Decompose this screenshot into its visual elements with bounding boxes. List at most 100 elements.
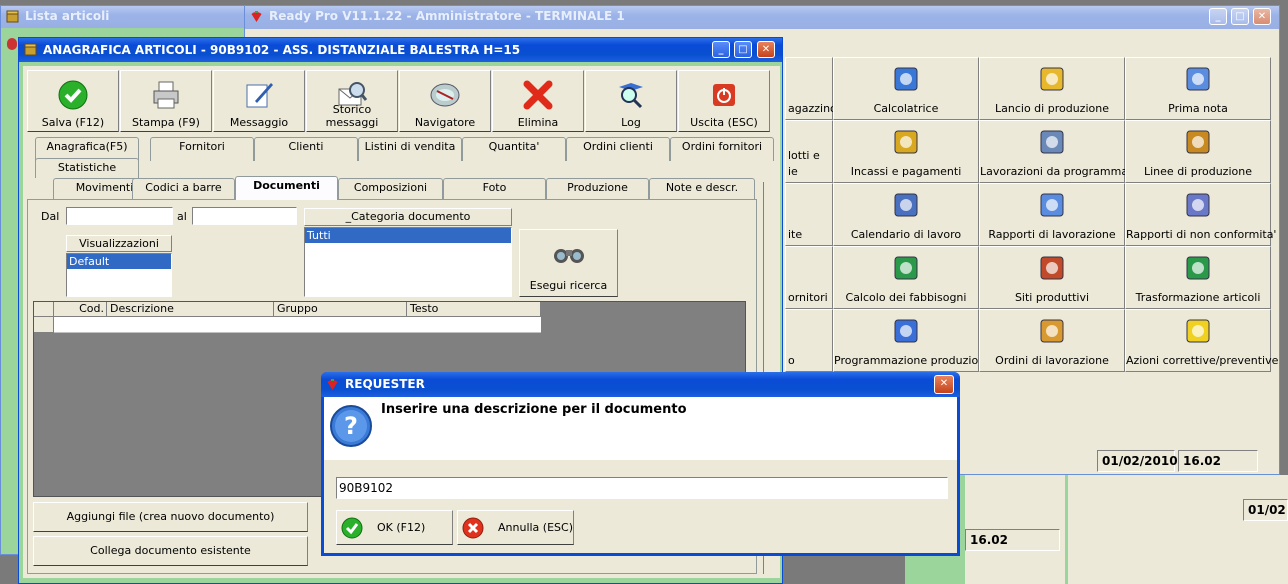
log-button[interactable]: Log (585, 70, 677, 132)
menu-tile-label: lotti e (788, 149, 820, 162)
menu-tile[interactable]: lotti e ie (785, 120, 833, 183)
navigatore-button[interactable]: Navigatore (399, 70, 491, 132)
power-icon (713, 84, 735, 106)
messaggio-button[interactable]: Messaggio (213, 70, 305, 132)
menu-tile[interactable]: ite (785, 183, 833, 246)
menu-tile-label: Siti produttivi (1014, 291, 1090, 304)
anagrafica-title: ANAGRAFICA ARTICOLI - 90B9102 - ASS. DIS… (43, 43, 521, 57)
tab-documenti[interactable]: Documenti (235, 176, 338, 200)
menu-tile[interactable]: Calcolatrice (833, 57, 979, 120)
elimina-label: Elimina (517, 116, 559, 129)
close-button[interactable]: ✕ (934, 375, 954, 394)
requester-message: Inserire una descrizione per il document… (381, 402, 687, 417)
grid-col-gruppo[interactable]: Gruppo (274, 302, 407, 317)
menu-tile[interactable]: Prima nota (1125, 57, 1271, 120)
tab-listini[interactable]: Listini di vendita (358, 137, 462, 161)
maximize-button[interactable]: □ (734, 41, 752, 58)
menu-tile-label: Programmazione produzione (834, 354, 992, 367)
minimize-button[interactable]: _ (1209, 8, 1227, 25)
strawberry-icon (327, 379, 338, 390)
menu-tile[interactable]: Programmazione produzione (833, 309, 992, 372)
uscita-label: Uscita (ESC) (690, 116, 758, 129)
pen-paper-icon (246, 83, 273, 108)
ok-button[interactable]: OK (F12) (336, 510, 453, 545)
tab-clienti[interactable]: Clienti (254, 137, 358, 161)
menu-tile-label: Calcolo dei fabbisogni (845, 291, 967, 304)
grid-col-cod[interactable]: Cod. (54, 302, 107, 317)
elimina-button[interactable]: Elimina (492, 70, 584, 132)
requester-titlebar[interactable]: REQUESTER ✕ (321, 372, 960, 397)
salva-button[interactable]: Salva (F12) (27, 70, 119, 132)
lista-articoli-title: Lista articoli (25, 9, 110, 23)
tab-produzione[interactable]: Produzione (546, 178, 649, 200)
menu-tile[interactable]: Lancio di produzione (979, 57, 1125, 120)
calendar-grid-icon (1186, 67, 1210, 91)
close-button[interactable]: ✕ (1253, 8, 1271, 25)
menu-tile-label: Linee di produzione (1144, 165, 1252, 178)
aggiungi-file-button[interactable]: Aggiungi file (crea nuovo documento) (33, 502, 308, 532)
svg-text:?: ? (344, 412, 358, 440)
status-time: 16.02 (1178, 450, 1258, 472)
menu-tile-label: Rapporti di lavorazione (988, 228, 1116, 241)
x-delete-icon (523, 80, 553, 110)
stampa-label: Stampa (F9) (132, 116, 200, 129)
grid-empty-row[interactable] (54, 317, 541, 333)
recycle-arrows-icon (1186, 256, 1210, 280)
menu-tile[interactable]: Siti produttivi (979, 246, 1125, 309)
stampa-button[interactable]: Stampa (F9) (120, 70, 212, 132)
tab-ordini-fornitori[interactable]: Ordini fornitori (670, 137, 774, 161)
categoria-item-tutti[interactable]: Tutti (305, 228, 511, 243)
tab-statistiche[interactable]: Statistiche (35, 158, 139, 178)
minimize-button[interactable]: _ (712, 41, 730, 58)
collega-documento-button[interactable]: Collega documento esistente (33, 536, 308, 566)
maximize-button[interactable]: □ (1231, 8, 1249, 25)
grid-col-testo[interactable]: Testo (407, 302, 541, 317)
coins-icon (894, 130, 918, 154)
menu-tile[interactable]: Linee di produzione (1125, 120, 1271, 183)
tab-composizioni[interactable]: Composizioni (338, 178, 443, 200)
factory-icon (1040, 256, 1064, 280)
ready-pro-titlebar[interactable]: Ready Pro V11.1.22 - Amministratore - TE… (245, 6, 1279, 29)
grid-row-header: Cod. Descrizione Gruppo Testo (34, 302, 541, 333)
al-input[interactable] (192, 207, 297, 225)
menu-tile[interactable]: Calendario di lavoro (833, 183, 979, 246)
esegui-ricerca-button[interactable]: Esegui ricerca (519, 229, 618, 297)
tab-foto[interactable]: Foto (443, 178, 546, 200)
categoria-list[interactable]: Tutti (304, 227, 512, 297)
uscita-button[interactable]: Uscita (ESC) (678, 70, 770, 132)
close-button[interactable]: ✕ (757, 41, 775, 58)
menu-tile[interactable]: ornitori (785, 246, 833, 309)
status-date-2: 01/02 (1243, 499, 1288, 521)
menu-tile[interactable]: Trasformazione articoli (1125, 246, 1271, 309)
menu-tile[interactable]: Rapporti di lavorazione (979, 183, 1125, 246)
annulla-button[interactable]: Annulla (ESC) (457, 510, 574, 545)
menu-tile[interactable]: Calcolo dei fabbisogni (833, 246, 979, 309)
menu-tile[interactable]: Lavorazioni da programmare (979, 120, 1139, 183)
storico-messaggi-button[interactable]: Storico messaggi (306, 70, 398, 132)
tab-fornitori[interactable]: Fornitori (150, 137, 254, 161)
visualizzazioni-list[interactable]: Default (66, 253, 172, 297)
menu-tile[interactable]: Rapporti di non conformita' (1125, 183, 1276, 246)
grid-col-descrizione[interactable]: Descrizione (107, 302, 274, 317)
requester-message-area: ? Inserire una descrizione per il docume… (324, 397, 957, 460)
lista-articoli-titlebar[interactable]: Lista articoli (1, 6, 249, 28)
anagrafica-titlebar[interactable]: ANAGRAFICA ARTICOLI - 90B9102 - ASS. DIS… (19, 38, 782, 62)
dal-input[interactable] (66, 207, 173, 225)
menu-tile-label: agazzino (788, 102, 837, 115)
box-icon (24, 43, 37, 56)
box-icon (6, 10, 19, 23)
menu-tile[interactable]: Azioni correttive/preventive (1125, 309, 1278, 372)
ok-label: OK (F12) (377, 521, 426, 534)
tab-note[interactable]: Note e descr. (649, 178, 755, 200)
menu-tile[interactable]: o (785, 309, 833, 372)
tab-ordini-clienti[interactable]: Ordini clienti (566, 137, 670, 161)
tab-quantita[interactable]: Quantita' (462, 137, 566, 161)
descrizione-input[interactable]: 90B9102 (336, 477, 948, 499)
visualizzazioni-header: Visualizzazioni (66, 235, 172, 252)
tab-codici-a-barre[interactable]: Codici a barre (132, 178, 235, 200)
menu-tile[interactable]: Ordini di lavorazione (979, 309, 1125, 372)
gear-check-icon (1040, 130, 1064, 154)
menu-tile[interactable]: Incassi e pagamenti (833, 120, 979, 183)
visualizzazioni-item-default[interactable]: Default (67, 254, 171, 269)
menu-tile[interactable]: agazzino (785, 57, 837, 120)
